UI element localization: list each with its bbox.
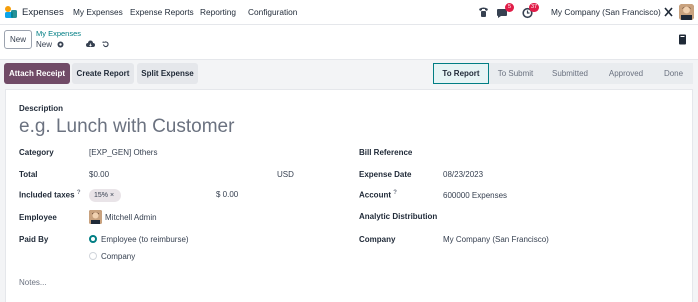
gear-icon[interactable]: [56, 40, 65, 49]
remove-tag-icon[interactable]: ×: [110, 192, 114, 199]
description-label: Description: [19, 104, 64, 113]
stage-to-submit[interactable]: To Submit: [489, 63, 542, 84]
tax-amount: $ 0.00: [216, 190, 239, 199]
company-field[interactable]: My Company (San Francisco): [443, 235, 549, 244]
paid-by-company-label[interactable]: Company: [101, 252, 135, 261]
expense-date-label: Expense Date: [359, 170, 412, 179]
expenses-app-icon[interactable]: [4, 5, 18, 19]
company-switcher[interactable]: My Company (San Francisco): [551, 7, 661, 17]
paid-by-employee-radio[interactable]: [89, 235, 97, 243]
employee-label: Employee: [19, 213, 57, 222]
company-label: Company: [359, 235, 396, 244]
phone-icon[interactable]: [478, 5, 489, 19]
attach-receipt-button[interactable]: Attach Receipt: [4, 63, 70, 84]
account-field[interactable]: 600000 Expenses: [443, 191, 507, 200]
new-button[interactable]: New: [4, 30, 32, 49]
bill-reference-label: Bill Reference: [359, 148, 413, 157]
menu-my-expenses[interactable]: My Expenses: [73, 7, 123, 17]
notes-field[interactable]: Notes...: [19, 278, 47, 287]
breadcrumb-current: New: [36, 40, 53, 49]
menu-reporting[interactable]: Reporting: [200, 7, 236, 17]
employee-avatar: [89, 210, 102, 224]
included-taxes-label: Included taxes ?: [19, 190, 81, 200]
discard-undo-icon[interactable]: [101, 40, 110, 49]
split-expense-button[interactable]: Split Expense: [137, 63, 198, 84]
breadcrumb-my-expenses[interactable]: My Expenses: [36, 29, 81, 38]
paid-by-label: Paid By: [19, 235, 49, 244]
messages-badge: 5: [505, 3, 514, 12]
create-report-button[interactable]: Create Report: [72, 63, 134, 84]
paid-by-employee-label[interactable]: Employee (to reimburse): [101, 235, 189, 244]
help-tooltip-icon[interactable]: ?: [77, 190, 81, 196]
debug-tools-icon[interactable]: [663, 5, 674, 19]
stage-submitted[interactable]: Submitted: [542, 63, 598, 84]
currency-field[interactable]: USD: [277, 170, 294, 179]
stage-approved[interactable]: Approved: [598, 63, 654, 84]
paid-by-company-radio[interactable]: [89, 252, 97, 260]
expense-date-field[interactable]: 08/23/2023: [443, 170, 483, 179]
stage-done[interactable]: Done: [654, 63, 693, 84]
expense-form-sheet: Description e.g. Lunch with Customer Cat…: [5, 89, 693, 302]
user-avatar[interactable]: [679, 4, 694, 20]
stage-to-report[interactable]: To Report: [433, 63, 489, 84]
top-navbar: Expenses My Expenses Expense Reports Rep…: [0, 0, 698, 25]
menu-expense-reports[interactable]: Expense Reports: [130, 7, 194, 17]
category-field[interactable]: [EXP_GEN] Others: [89, 148, 157, 157]
action-bar: Attach Receipt Create Report Split Expen…: [0, 60, 698, 87]
description-input[interactable]: e.g. Lunch with Customer: [19, 116, 234, 138]
tax-tag[interactable]: 15% ×: [89, 189, 121, 202]
analytic-distribution-label: Analytic Distribution: [359, 212, 438, 221]
account-label: Account ?: [359, 190, 397, 200]
activities-badge: 37: [529, 3, 540, 12]
knowledge-book-icon[interactable]: [678, 34, 687, 45]
save-cloud-icon[interactable]: [86, 40, 95, 49]
total-field[interactable]: $0.00: [89, 170, 109, 179]
app-title[interactable]: Expenses: [22, 7, 64, 18]
menu-configuration[interactable]: Configuration: [248, 7, 297, 17]
help-tooltip-icon[interactable]: ?: [393, 190, 397, 196]
control-panel: New My Expenses New: [0, 25, 698, 60]
total-label: Total: [19, 170, 38, 179]
employee-field[interactable]: Mitchell Admin: [105, 213, 157, 222]
category-label: Category: [19, 148, 54, 157]
